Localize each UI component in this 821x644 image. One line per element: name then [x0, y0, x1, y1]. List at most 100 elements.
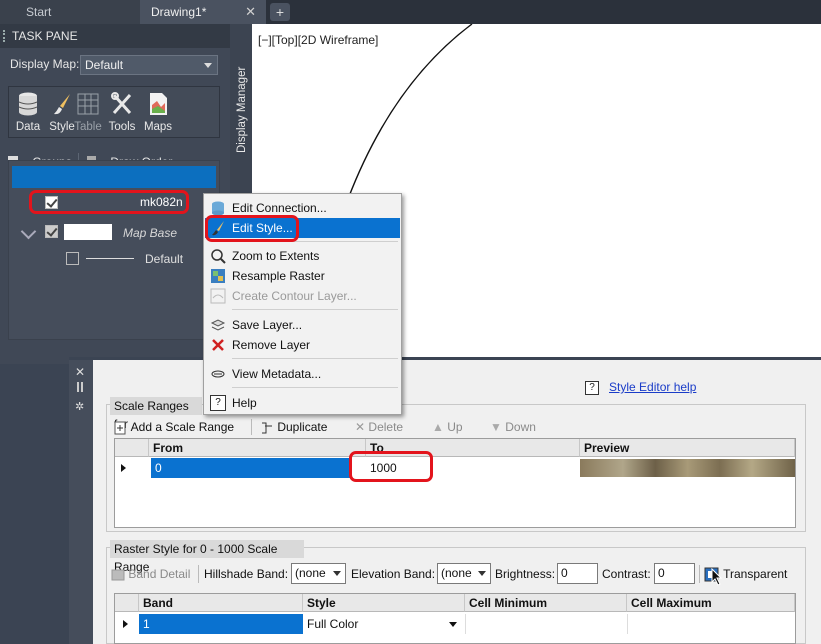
viewport-controls[interactable]: [−][Top][2D Wireframe]	[258, 33, 378, 47]
style-editor-help-link[interactable]: Style Editor help	[609, 380, 696, 394]
down-button[interactable]: ▼ Down	[490, 418, 536, 436]
menu-item-label: Resample Raster	[232, 269, 325, 283]
menu-item-save-layer[interactable]: Save Layer...	[205, 315, 400, 335]
group-visibility-checkbox[interactable]	[45, 225, 58, 238]
menu-item-remove-layer[interactable]: Remove Layer	[205, 335, 400, 355]
tab-start-label: Start	[26, 5, 52, 19]
zoom-extents-icon	[211, 249, 226, 264]
grip-icon[interactable]	[3, 30, 7, 42]
column-header-style[interactable]: Style	[303, 594, 465, 612]
maps-button[interactable]: Maps	[141, 91, 175, 137]
layer-row-mk082n[interactable]	[12, 166, 216, 188]
column-header-band[interactable]: Band	[139, 594, 303, 612]
add-range-icon	[114, 421, 126, 435]
pin-icon[interactable]	[77, 382, 83, 392]
metadata-icon	[211, 370, 225, 378]
scale-ranges-header: Scale Ranges for	[110, 397, 202, 431]
cell-divider	[465, 614, 466, 634]
transparent-label: Transparent	[723, 567, 788, 581]
elevation-band-select[interactable]: (none	[437, 563, 491, 584]
add-scale-range-button[interactable]: Add a Scale Range	[114, 418, 234, 436]
menu-item-zoom-to-extents[interactable]: Zoom to Extents	[205, 246, 400, 266]
duplicate-label: Duplicate	[277, 420, 328, 434]
delete-label: Delete	[368, 420, 404, 434]
menu-separator	[232, 387, 398, 388]
menu-item-view-metadata[interactable]: View Metadata...	[205, 364, 400, 384]
help-icon: ?	[210, 395, 226, 411]
up-label: Up	[447, 420, 463, 434]
brightness-input[interactable]: 0	[557, 563, 598, 584]
save-layer-icon	[210, 319, 226, 331]
mouse-cursor-icon	[711, 568, 723, 586]
delete-button[interactable]: ✕ Delete	[355, 418, 403, 436]
data-button-label: Data	[15, 121, 41, 133]
dialog-side-bar: ✕ ✲	[69, 360, 93, 644]
column-header-cell-minimum[interactable]: Cell Minimum	[465, 594, 627, 612]
hillshade-band-select[interactable]: (none	[291, 563, 346, 584]
group-swatch	[64, 224, 112, 240]
menu-item-resample-raster[interactable]: Resample Raster	[205, 266, 400, 286]
duplicate-button[interactable]: Duplicate	[260, 418, 327, 436]
menu-item-label: Save Layer...	[232, 318, 303, 332]
task-pane-title: TASK PANE	[0, 24, 230, 48]
table-button-label: Table	[74, 121, 102, 133]
display-manager-tab[interactable]: Display Manager	[233, 60, 251, 160]
cell-band[interactable]: 1	[139, 614, 303, 634]
data-button[interactable]: Data	[11, 91, 45, 137]
contrast-label: Contrast:	[602, 567, 651, 581]
toolbar-divider	[251, 419, 252, 435]
layer-name: Default	[145, 252, 184, 266]
close-tab-icon[interactable]: ✕	[245, 0, 256, 24]
contrast-input[interactable]: 0	[654, 563, 695, 584]
duplicate-icon	[262, 422, 272, 434]
map-icon	[150, 93, 167, 115]
table-button[interactable]: Table	[71, 91, 105, 137]
layer-name: mk082n	[140, 195, 183, 209]
display-map-label: Display Map:	[10, 57, 80, 71]
arrow-up-icon: ▲	[432, 420, 444, 434]
layer-swatch	[86, 258, 134, 259]
row-header-corner	[115, 594, 139, 612]
menu-item-help[interactable]: ? Help	[205, 393, 400, 413]
toolbar-divider	[198, 565, 199, 583]
down-label: Down	[505, 420, 536, 434]
tools-icon	[111, 92, 132, 114]
settings-icon[interactable]: ✲	[75, 400, 84, 413]
column-header-preview[interactable]: Preview	[580, 439, 795, 457]
brightness-label: Brightness:	[495, 567, 556, 581]
menu-item-label: Create Contour Layer...	[232, 289, 357, 303]
cell-style-select[interactable]: Full Color	[303, 614, 465, 634]
tab-drawing1-label: Drawing1*	[151, 5, 207, 19]
cell-divider	[627, 614, 628, 634]
menu-separator	[232, 358, 398, 359]
band-detail-button[interactable]: Band Detail	[111, 565, 190, 583]
delete-icon: ✕	[355, 420, 366, 434]
tab-start[interactable]: Start	[0, 0, 140, 24]
tools-button[interactable]: Tools	[105, 91, 139, 137]
tab-drawing1[interactable]: Drawing1* ✕	[140, 0, 266, 24]
cell-style-value: Full Color	[307, 617, 359, 631]
layer-visibility-checkbox[interactable]	[66, 252, 79, 265]
band-detail-icon	[111, 569, 125, 581]
close-icon[interactable]: ✕	[75, 365, 85, 379]
menu-item-label: Remove Layer	[232, 338, 311, 352]
column-header-cell-maximum[interactable]: Cell Maximum	[627, 594, 795, 612]
red-highlight-to-cell	[349, 451, 433, 482]
row-indicator-icon	[123, 620, 128, 628]
brightness-value: 0	[561, 566, 568, 580]
elevation-band-value: (none	[441, 566, 472, 580]
up-button[interactable]: ▲ Up	[432, 418, 463, 436]
row-indicator-icon	[121, 464, 126, 472]
toolbar-divider	[699, 565, 700, 583]
cell-from[interactable]: 0	[151, 458, 350, 478]
red-highlight-edit-style	[205, 215, 299, 242]
menu-item-label: Edit Connection...	[232, 201, 327, 215]
scale-range-table: From To Preview 0 1000	[114, 438, 796, 528]
connection-icon	[212, 201, 224, 216]
new-tab-button[interactable]: +	[270, 3, 290, 21]
menu-item-create-contour-layer[interactable]: Create Contour Layer...	[205, 286, 400, 306]
display-map-select[interactable]: Default	[80, 55, 218, 75]
layer-visibility-checkbox[interactable]	[45, 196, 58, 209]
column-header-from[interactable]: From	[149, 439, 366, 457]
display-map-value: Default	[85, 58, 124, 72]
